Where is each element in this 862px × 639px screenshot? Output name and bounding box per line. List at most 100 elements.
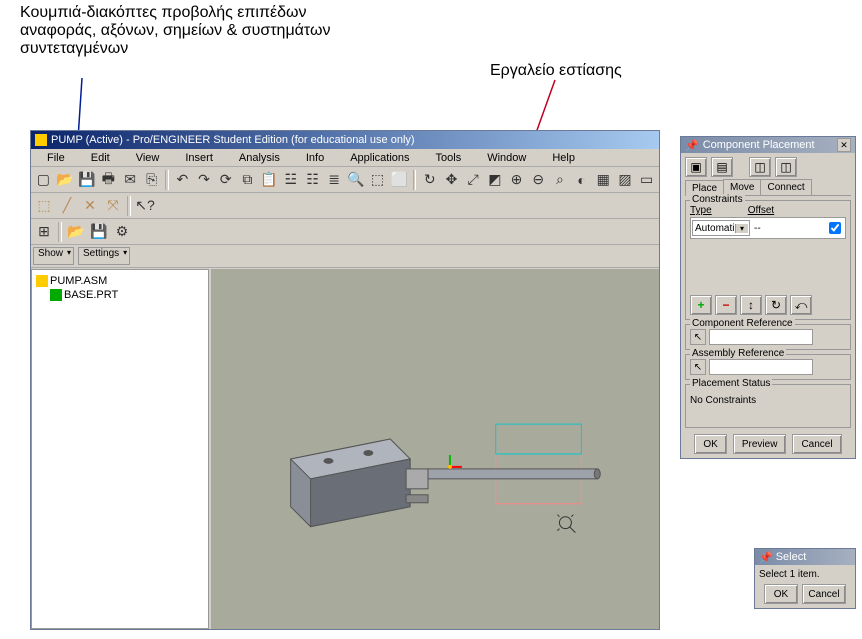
- zoomout-icon[interactable]: ⊖: [528, 169, 549, 191]
- spin-icon[interactable]: ↻: [419, 169, 440, 191]
- status-text: No Constraints: [690, 389, 846, 406]
- window2-icon[interactable]: ◫: [775, 157, 797, 177]
- layers-icon[interactable]: ≣: [324, 169, 345, 191]
- zoom-cursor-icon: [557, 515, 575, 533]
- menu-insert[interactable]: Insert: [173, 151, 225, 165]
- modeltree-icon[interactable]: ☷: [302, 169, 323, 191]
- menubar: File Edit View Insert Analysis Info Appl…: [31, 149, 659, 167]
- tree-open-icon[interactable]: 📂: [65, 221, 87, 243]
- datum-csys-toggle-icon[interactable]: ⤧: [102, 195, 124, 217]
- copy2-icon[interactable]: ⧉: [237, 169, 258, 191]
- datum-axis-toggle-icon[interactable]: ╱: [56, 195, 78, 217]
- tree-save-icon[interactable]: 💾: [88, 221, 110, 243]
- comp-ref-legend: Component Reference: [690, 318, 795, 329]
- part-base: [291, 439, 601, 527]
- menu-applications[interactable]: Applications: [338, 151, 421, 165]
- tree-control-row: Show Settings: [31, 245, 659, 268]
- status-legend: Placement Status: [690, 378, 772, 389]
- zoomin-icon[interactable]: ⊕: [506, 169, 527, 191]
- undo-icon[interactable]: ↶: [172, 169, 193, 191]
- pin-icon: 📌: [685, 139, 699, 152]
- regen-icon[interactable]: ⟳: [215, 169, 236, 191]
- menu-info[interactable]: Info: [294, 151, 336, 165]
- open-icon[interactable]: 📂: [55, 169, 76, 191]
- preview-button[interactable]: Preview: [733, 434, 787, 454]
- pointer-help-icon[interactable]: ↖?: [134, 195, 156, 217]
- toolbar-main: ▢ 📂 💾 🖶 ✉ ⎘ ↶ ↷ ⟳ ⧉ 📋 ☳ ☷ ≣ 🔍 ⬚ ⬜ ↻ ✥ ⤢ …: [31, 167, 659, 193]
- asm-ref-field[interactable]: [709, 359, 813, 375]
- annotation-right: Εργαλείο εστίασης: [490, 62, 622, 80]
- comp-ref-pick-icon[interactable]: ↖: [690, 329, 706, 345]
- find-icon[interactable]: 🔍: [346, 169, 367, 191]
- menu-view[interactable]: View: [124, 151, 172, 165]
- window1-icon[interactable]: ◫: [749, 157, 771, 177]
- shade-icon[interactable]: ◐: [571, 169, 592, 191]
- redo-icon[interactable]: ↷: [194, 169, 215, 191]
- ok-button[interactable]: OK: [694, 434, 726, 454]
- model-tree-pane: PUMP.ASM BASE.PRT: [31, 269, 209, 629]
- menu-file[interactable]: File: [35, 151, 77, 165]
- prt-icon: [50, 289, 62, 301]
- tree-opts-icon[interactable]: ⚙: [111, 221, 133, 243]
- select-cancel-button[interactable]: Cancel: [802, 584, 846, 604]
- offset-value: --: [754, 223, 821, 234]
- add-constraint-button[interactable]: +: [690, 295, 712, 315]
- pin-icon: 📌: [759, 551, 773, 564]
- select-prompt: Select 1 item.: [759, 569, 851, 580]
- new-icon[interactable]: ▢: [33, 169, 54, 191]
- save-icon[interactable]: 💾: [76, 169, 97, 191]
- datum-plane-toggle-icon[interactable]: ⬚: [33, 195, 55, 217]
- asm-ref-pick-icon[interactable]: ↖: [690, 359, 706, 375]
- show-model-icon[interactable]: ▣: [685, 157, 707, 177]
- tree-root[interactable]: PUMP.ASM: [36, 274, 204, 288]
- app-icon: [35, 134, 47, 146]
- paste-icon[interactable]: 📋: [259, 169, 280, 191]
- type-header: Type: [690, 205, 712, 216]
- constraint-check[interactable]: [829, 222, 841, 234]
- menu-analysis[interactable]: Analysis: [227, 151, 292, 165]
- pan-icon[interactable]: ✥: [441, 169, 462, 191]
- wireframe-icon[interactable]: ▦: [593, 169, 614, 191]
- window-title: PUMP (Active) - Pro/ENGINEER Student Edi…: [51, 134, 415, 146]
- close-icon[interactable]: ✕: [837, 138, 851, 152]
- retrieve-constraint-icon[interactable]: ⤺: [790, 295, 812, 315]
- menu-tools[interactable]: Tools: [424, 151, 474, 165]
- show-dropdown[interactable]: Show: [33, 247, 74, 265]
- menu-window[interactable]: Window: [475, 151, 538, 165]
- offset-header: Offset: [748, 205, 775, 216]
- menu-edit[interactable]: Edit: [79, 151, 122, 165]
- menu-help[interactable]: Help: [540, 151, 587, 165]
- annotation-left: Κουμπιά-διακόπτες προβολής επιπέδων αναφ…: [20, 4, 370, 58]
- panel-title: 📌Component Placement ✕: [681, 137, 855, 153]
- constraint-type-combo[interactable]: Automatic: [692, 220, 750, 236]
- show-refs-icon[interactable]: ▤: [711, 157, 733, 177]
- settings-dropdown[interactable]: Settings: [78, 247, 130, 265]
- datum-point-toggle-icon[interactable]: ✕: [79, 195, 101, 217]
- nohidden-icon[interactable]: ▭: [636, 169, 657, 191]
- refit-icon[interactable]: ⤢: [463, 169, 484, 191]
- hidden-icon[interactable]: ▨: [615, 169, 636, 191]
- orient-constraint-icon[interactable]: ↻: [765, 295, 787, 315]
- flip-constraint-icon[interactable]: ↕: [740, 295, 762, 315]
- tree-child-base[interactable]: BASE.PRT: [50, 288, 204, 302]
- tab-connect[interactable]: Connect: [760, 179, 811, 195]
- tree-icon[interactable]: ☳: [280, 169, 301, 191]
- comp-ref-field[interactable]: [709, 329, 813, 345]
- tab-move[interactable]: Move: [723, 179, 761, 195]
- zoombox-icon[interactable]: ⌕: [550, 169, 571, 191]
- print-icon[interactable]: 🖶: [98, 169, 119, 191]
- select-ok-button[interactable]: OK: [764, 584, 798, 604]
- remove-constraint-button[interactable]: −: [715, 295, 737, 315]
- constraints-legend: Constraints: [690, 194, 745, 205]
- cancel-button[interactable]: Cancel: [792, 434, 841, 454]
- component-placement-panel: 📌Component Placement ✕ ▣ ▤ ◫ ◫ Place Mov…: [680, 136, 856, 459]
- tree-layout-icon[interactable]: ⊞: [33, 221, 55, 243]
- graphics-canvas[interactable]: [211, 269, 659, 629]
- tree-root-label: PUMP.ASM: [50, 275, 107, 287]
- copy-icon[interactable]: ⎘: [141, 169, 162, 191]
- selectall-icon[interactable]: ⬜: [389, 169, 410, 191]
- tree-child-label: BASE.PRT: [64, 289, 118, 301]
- mail-icon[interactable]: ✉: [120, 169, 141, 191]
- orient-icon[interactable]: ◩: [485, 169, 506, 191]
- select-icon[interactable]: ⬚: [367, 169, 388, 191]
